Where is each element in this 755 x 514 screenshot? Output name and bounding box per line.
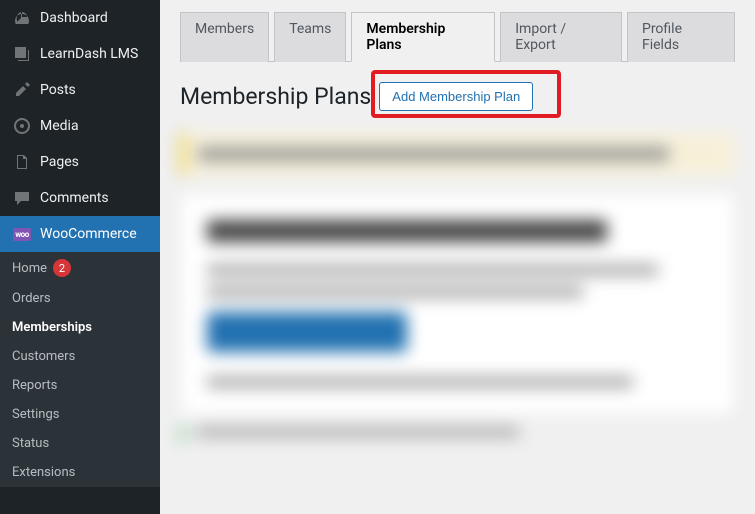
add-membership-plan-button[interactable]: Add Membership Plan [379,82,533,111]
sidebar-item-learndash[interactable]: LearnDash LMS [0,36,160,72]
submenu-memberships[interactable]: Memberships [0,313,160,342]
submenu-orders[interactable]: Orders [0,284,160,313]
page-title: Membership Plans [180,83,371,110]
submenu-label: Customers [12,349,75,364]
page-heading-row: Membership Plans Add Membership Plan [180,82,735,111]
sidebar-label: Comments [40,190,109,206]
tab-profile-fields[interactable]: Profile Fields [627,12,735,62]
tab-import-export[interactable]: Import / Export [500,12,622,62]
blurred-region [180,133,735,441]
submenu-status[interactable]: Status [0,429,160,458]
admin-sidebar: Dashboard LearnDash LMS Posts Media Page… [0,0,160,514]
comments-icon [12,188,32,208]
sidebar-label: Media [40,118,79,134]
submenu-label: Reports [12,378,57,393]
submenu-label: Memberships [12,320,92,335]
submenu-customers[interactable]: Customers [0,342,160,371]
sidebar-item-woocommerce[interactable]: woo WooCommerce [0,216,160,252]
submenu-label: Settings [12,407,59,422]
sidebar-label: Posts [40,82,76,98]
tab-membership-plans[interactable]: Membership Plans [351,12,495,62]
posts-icon [12,80,32,100]
submenu-settings[interactable]: Settings [0,400,160,429]
tab-bar: Members Teams Membership Plans Import / … [180,12,735,62]
sidebar-item-posts[interactable]: Posts [0,72,160,108]
sidebar-item-pages[interactable]: Pages [0,144,160,180]
submenu-home[interactable]: Home 2 [0,252,160,284]
learndash-icon [12,44,32,64]
woocommerce-submenu: Home 2 Orders Memberships Customers Repo… [0,252,160,487]
submenu-reports[interactable]: Reports [0,371,160,400]
sidebar-label: Dashboard [40,10,108,26]
main-content: Members Teams Membership Plans Import / … [160,0,755,514]
tab-members[interactable]: Members [180,12,269,62]
sidebar-item-dashboard[interactable]: Dashboard [0,0,160,36]
submenu-label: Orders [12,291,51,306]
submenu-label: Extensions [12,465,75,480]
notification-badge: 2 [53,259,71,277]
tab-teams[interactable]: Teams [274,12,346,62]
sidebar-label: LearnDash LMS [40,46,138,62]
submenu-label: Status [12,436,49,451]
woocommerce-icon: woo [12,224,32,244]
submenu-extensions[interactable]: Extensions [0,458,160,487]
sidebar-item-comments[interactable]: Comments [0,180,160,216]
sidebar-label: WooCommerce [40,226,137,242]
sidebar-label: Pages [40,154,79,170]
submenu-label: Home [12,261,47,276]
pages-icon [12,152,32,172]
dashboard-icon [12,8,32,28]
media-icon [12,116,32,136]
sidebar-item-media[interactable]: Media [0,108,160,144]
